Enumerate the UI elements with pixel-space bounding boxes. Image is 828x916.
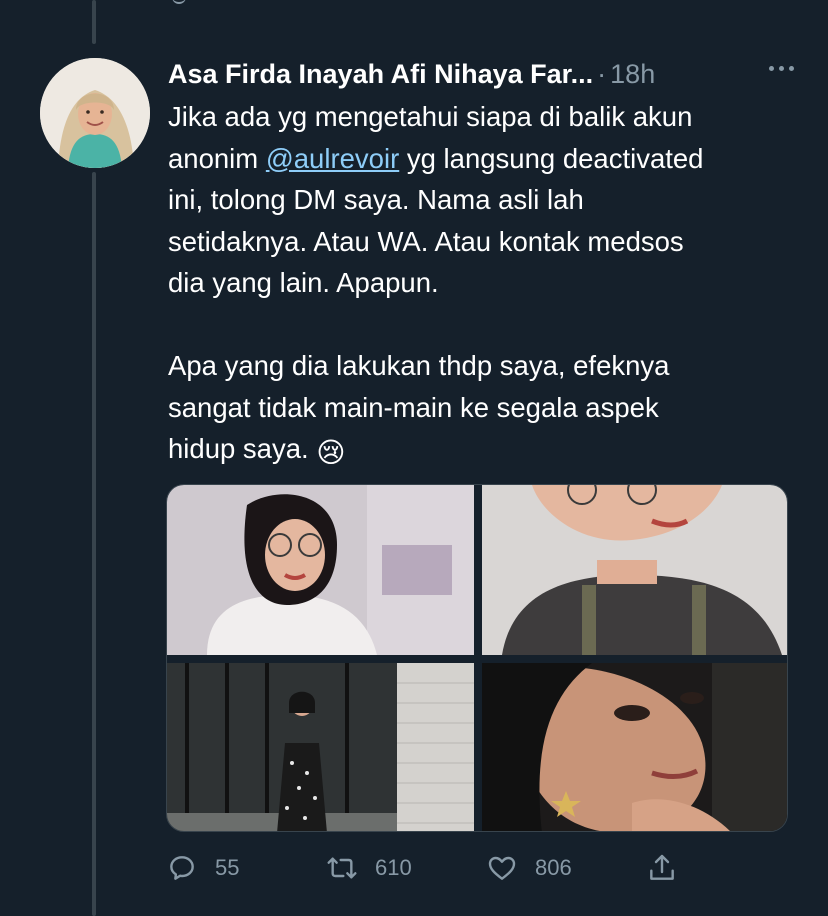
tweet-text-fragment: yg langsung deactivated	[399, 142, 704, 174]
retweet-icon	[327, 857, 357, 879]
photo-image	[482, 663, 787, 831]
separator-dot: ·	[597, 58, 607, 89]
tweet-text-line: Jika ada yg mengetahui siapa di balik ak…	[168, 101, 693, 132]
crying-face-emoji: 😢	[316, 437, 346, 468]
heart-icon	[488, 856, 516, 880]
tweet-text-line: sangat tidak main-main ke segala aspek	[168, 391, 659, 423]
media-photo-1[interactable]	[167, 485, 474, 655]
retweet-count: 610	[375, 855, 412, 880]
tweet-text-fragment: anonim	[168, 142, 266, 174]
previous-tweet-action-icon	[172, 0, 186, 4]
reply-icon	[170, 856, 194, 880]
tweet-text-line: Apa yang dia lakukan thdp saya, efeknya	[168, 350, 670, 381]
tweet-actions: 55 610 806	[166, 846, 706, 890]
tweet-text-line: anonim @aulrevoir yg langsung deactivate…	[168, 138, 798, 180]
photo-image	[482, 485, 787, 655]
share-icon	[650, 854, 674, 880]
media-photo-2[interactable]	[482, 485, 787, 655]
author-name[interactable]: Asa Firda Inayah Afi Nihaya Far...	[168, 59, 593, 90]
retweet-button[interactable]: 610	[326, 846, 412, 890]
reply-button[interactable]: 55	[166, 846, 239, 890]
share-button[interactable]	[646, 846, 678, 890]
thread-line-top	[92, 0, 96, 44]
tweet-text-line: dia yang lain. Apapun.	[168, 267, 439, 298]
more-icon[interactable]	[769, 66, 794, 71]
tweet-text: Jika ada yg mengetahui siapa di balik ak…	[168, 96, 798, 474]
tweet-text-line: hidup saya. 😢	[168, 428, 798, 474]
tweet-time[interactable]: 18h	[610, 59, 655, 90]
like-count: 806	[535, 855, 572, 880]
avatar[interactable]	[40, 58, 150, 168]
tweet-text-line: ini, tolong DM saya. Nama asli lah	[168, 184, 584, 215]
mention-link[interactable]: @aulrevoir	[266, 143, 399, 174]
photo-image	[167, 485, 474, 655]
media-photo-4[interactable]	[482, 663, 787, 831]
photo-image	[167, 663, 474, 831]
media-grid	[166, 484, 788, 832]
tweet-text-fragment: hidup saya.	[168, 433, 317, 464]
tweet-header: Asa Firda Inayah Afi Nihaya Far... · 18h	[168, 56, 798, 92]
tweet-text-line: setidaknya. Atau WA. Atau kontak medsos	[168, 225, 684, 257]
like-button[interactable]: 806	[486, 846, 572, 890]
media-photo-3[interactable]	[167, 663, 474, 831]
reply-count: 55	[215, 855, 240, 880]
thread-line-bottom	[92, 172, 96, 916]
avatar-image	[40, 58, 150, 168]
